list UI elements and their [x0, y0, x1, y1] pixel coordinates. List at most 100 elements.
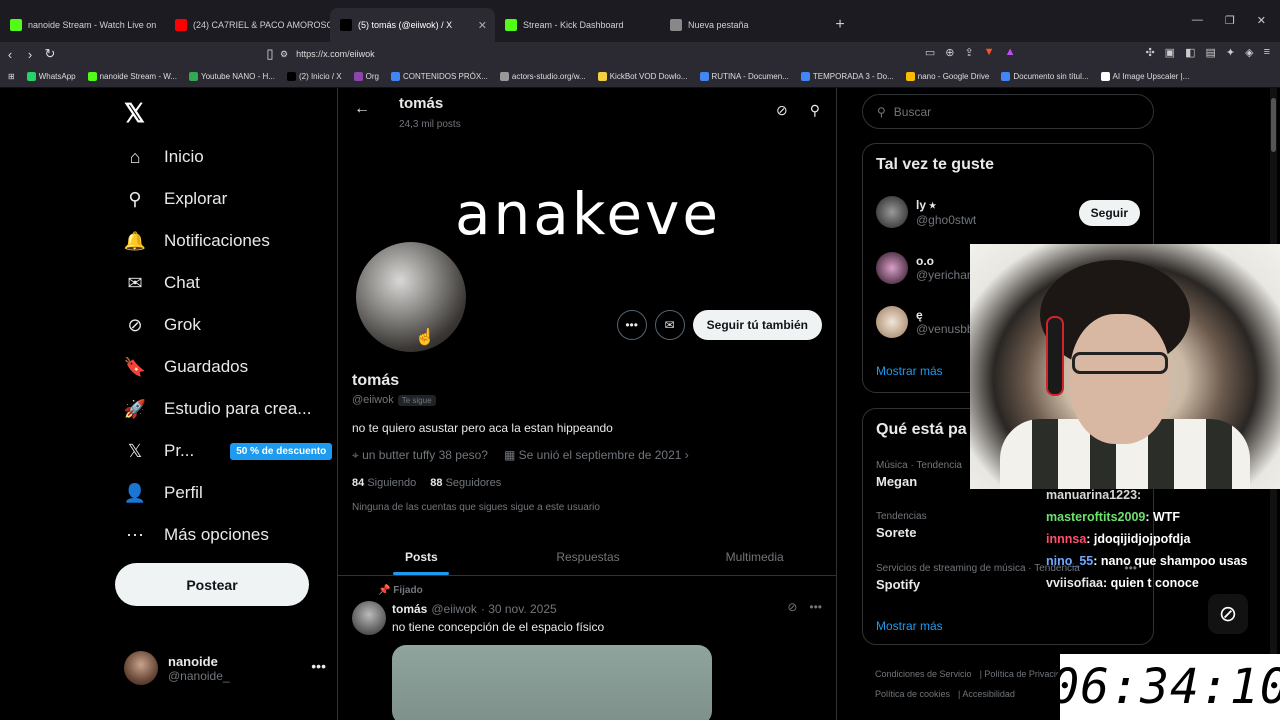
- rewards-icon[interactable]: ▲: [1005, 46, 1016, 59]
- nav-label: Notificaciones: [164, 231, 270, 250]
- home-icon: ⌂: [129, 146, 141, 167]
- bookmark-item[interactable]: (2) Inicio / X: [286, 72, 342, 81]
- search-icon[interactable]: ⚲: [810, 102, 820, 119]
- bookmark-item[interactable]: TEMPORADA 3 - Do...: [800, 72, 894, 81]
- site-info-icon[interactable]: ⚙: [280, 49, 288, 60]
- apps-icon[interactable]: ⊞: [8, 72, 15, 81]
- minimize-icon[interactable]: —: [1192, 14, 1203, 27]
- restore-icon[interactable]: ❐: [1225, 14, 1235, 27]
- share-icon[interactable]: ⇪: [964, 46, 973, 59]
- bookmark-item[interactable]: KickBot VOD Dowlo...: [597, 72, 688, 81]
- grok-icon[interactable]: ⊘: [776, 102, 788, 119]
- webcam-overlay: [970, 244, 1280, 489]
- footer-link[interactable]: Accesibilidad: [962, 689, 1015, 699]
- tab-close-icon[interactable]: ✕: [478, 19, 487, 32]
- nav-item-chat[interactable]: ✉ Chat: [124, 272, 199, 294]
- search-placeholder: Buscar: [893, 104, 932, 119]
- profile-avatar[interactable]: [354, 240, 468, 354]
- nav-item-pr[interactable]: 𝕏 Pr... 50 % de descuento: [124, 440, 333, 462]
- following-link[interactable]: 84 Siguiendo: [352, 477, 416, 489]
- forward-icon[interactable]: ›: [20, 47, 40, 62]
- suggestion-item[interactable]: ę @venusbb: [876, 306, 974, 338]
- more-dots-icon[interactable]: •••: [809, 600, 822, 614]
- bookmark-item[interactable]: RUTINA - Documen...: [699, 72, 789, 81]
- back-icon[interactable]: ‹: [0, 47, 20, 62]
- new-tab-icon[interactable]: +: [825, 8, 855, 42]
- trend-name: Megan: [876, 474, 918, 489]
- nav-item-guardados[interactable]: 🔖 Guardados: [124, 356, 248, 378]
- tab-media[interactable]: Multimedia: [671, 538, 836, 575]
- footer-link[interactable]: Condiciones de Servicio: [875, 669, 972, 679]
- browser-tab[interactable]: nanoide Stream - Watch Live on: [0, 8, 165, 42]
- browser-tab[interactable]: (5) tomás (@eiiwok) / X ✕: [330, 8, 495, 42]
- brave-shield-icon[interactable]: ▼: [984, 46, 995, 59]
- zoom-icon[interactable]: ⊕: [945, 46, 954, 59]
- scrollbar-thumb[interactable]: [1271, 98, 1276, 152]
- leo-icon[interactable]: ✦: [1226, 46, 1235, 59]
- bookmark-label: Youtube NANO - H...: [200, 72, 275, 81]
- trend-item[interactable]: Música · Tendencia Megan: [876, 460, 962, 489]
- more-options-icon[interactable]: •••: [616, 310, 647, 340]
- avatar: [876, 306, 908, 338]
- chevron-right-icon[interactable]: ›: [685, 448, 689, 462]
- nav-item-inicio[interactable]: ⌂ Inicio: [124, 146, 204, 168]
- more-dots-icon[interactable]: •••: [311, 658, 326, 674]
- show-more-link[interactable]: Mostrar más: [876, 364, 943, 378]
- post-media[interactable]: [392, 645, 712, 720]
- cast-icon[interactable]: ▭: [925, 46, 935, 59]
- footer-link[interactable]: Política de cookies: [875, 689, 950, 699]
- nav-item-perfil[interactable]: 👤 Perfil: [124, 482, 203, 504]
- bookmark-item[interactable]: actors-studio.org/w...: [499, 72, 586, 81]
- post-author-name[interactable]: tomás: [392, 602, 427, 616]
- nav-item-más-opciones[interactable]: ⋯ Más opciones: [124, 524, 269, 546]
- bookmark-item[interactable]: Org: [353, 72, 379, 81]
- back-arrow-icon[interactable]: ←: [354, 100, 370, 118]
- nav-item-notificaciones[interactable]: 🔔 Notificaciones: [124, 230, 270, 252]
- grok-icon[interactable]: ⊘: [787, 600, 797, 614]
- suggestion-item[interactable]: ly ⭑ @gho0stwt: [876, 196, 976, 228]
- bookmark-item[interactable]: nanoide Stream - W...: [87, 72, 177, 81]
- nav-item-grok[interactable]: ⊘ Grok: [124, 314, 200, 336]
- tab-posts[interactable]: Posts: [338, 538, 505, 575]
- menu-icon[interactable]: ≡: [1264, 46, 1270, 59]
- close-window-icon[interactable]: ✕: [1257, 14, 1266, 27]
- bookmark-item[interactable]: Youtube NANO - H...: [188, 72, 275, 81]
- nav-item-explorar[interactable]: ⚲ Explorar: [124, 188, 227, 210]
- browser-tab[interactable]: Stream - Kick Dashboard: [495, 8, 660, 42]
- bookmark-item[interactable]: nano - Google Drive: [905, 72, 989, 81]
- browser-tab[interactable]: (24) CA7RIEL & PACO AMOROSO - Y: [165, 8, 330, 42]
- wallet-icon[interactable]: ▣: [1165, 46, 1175, 59]
- tab-replies[interactable]: Respuestas: [505, 538, 672, 575]
- sidebar-icon[interactable]: ◧: [1185, 46, 1195, 59]
- reload-icon[interactable]: ↻: [40, 46, 60, 62]
- x-logo-icon[interactable]: 𝕏: [124, 98, 145, 129]
- tab-label: (5) tomás (@eiiwok) / X: [358, 20, 453, 30]
- tabs-icon[interactable]: ▤: [1205, 46, 1215, 59]
- message-icon[interactable]: ✉: [654, 310, 685, 340]
- bookmark-item[interactable]: Documento sin títul...: [1001, 72, 1089, 81]
- post-date[interactable]: · 30 nov. 2025: [481, 602, 557, 616]
- account-switcher[interactable]: nanoide @nanoide_ •••: [124, 648, 334, 688]
- post-button[interactable]: Postear: [115, 563, 309, 606]
- suggestion-item[interactable]: o.o @yerichan: [876, 252, 974, 284]
- suggestion-name: ly ⭑: [916, 197, 936, 212]
- nav-item-estudio-para-crea[interactable]: 🚀 Estudio para crea...: [124, 398, 312, 420]
- follow-button[interactable]: Seguir: [1078, 200, 1140, 226]
- trend-item[interactable]: Tendencias Sorete: [876, 511, 927, 540]
- post-author-avatar[interactable]: [352, 601, 386, 635]
- follow-back-button[interactable]: Seguir tú también: [692, 310, 822, 340]
- show-more-link[interactable]: Mostrar más: [876, 619, 943, 633]
- browser-tab[interactable]: Nueva pestaña: [660, 8, 825, 42]
- bookmark-page-icon[interactable]: ▯: [260, 46, 280, 62]
- chat-username: nino_55: [1046, 554, 1094, 568]
- post-author-handle[interactable]: @eiiwok: [431, 602, 477, 616]
- bookmark-item[interactable]: AI Image Upscaler |...: [1100, 72, 1189, 81]
- followers-link[interactable]: 88 Seguidores: [430, 477, 501, 489]
- extensions-icon[interactable]: ✣: [1145, 46, 1154, 59]
- bookmark-item[interactable]: WhatsApp: [26, 72, 76, 81]
- stream-chat-overlay: manuarina1223: masteroftits2009: WTF innns…: [1046, 484, 1280, 594]
- bookmark-item[interactable]: CONTENIDOS PRÓX...: [390, 72, 488, 81]
- vpn-icon[interactable]: ◈: [1245, 46, 1253, 59]
- search-input[interactable]: ⚲ Buscar: [862, 94, 1154, 129]
- url-field[interactable]: ⚙ https://x.com/eiiwok: [280, 45, 1000, 63]
